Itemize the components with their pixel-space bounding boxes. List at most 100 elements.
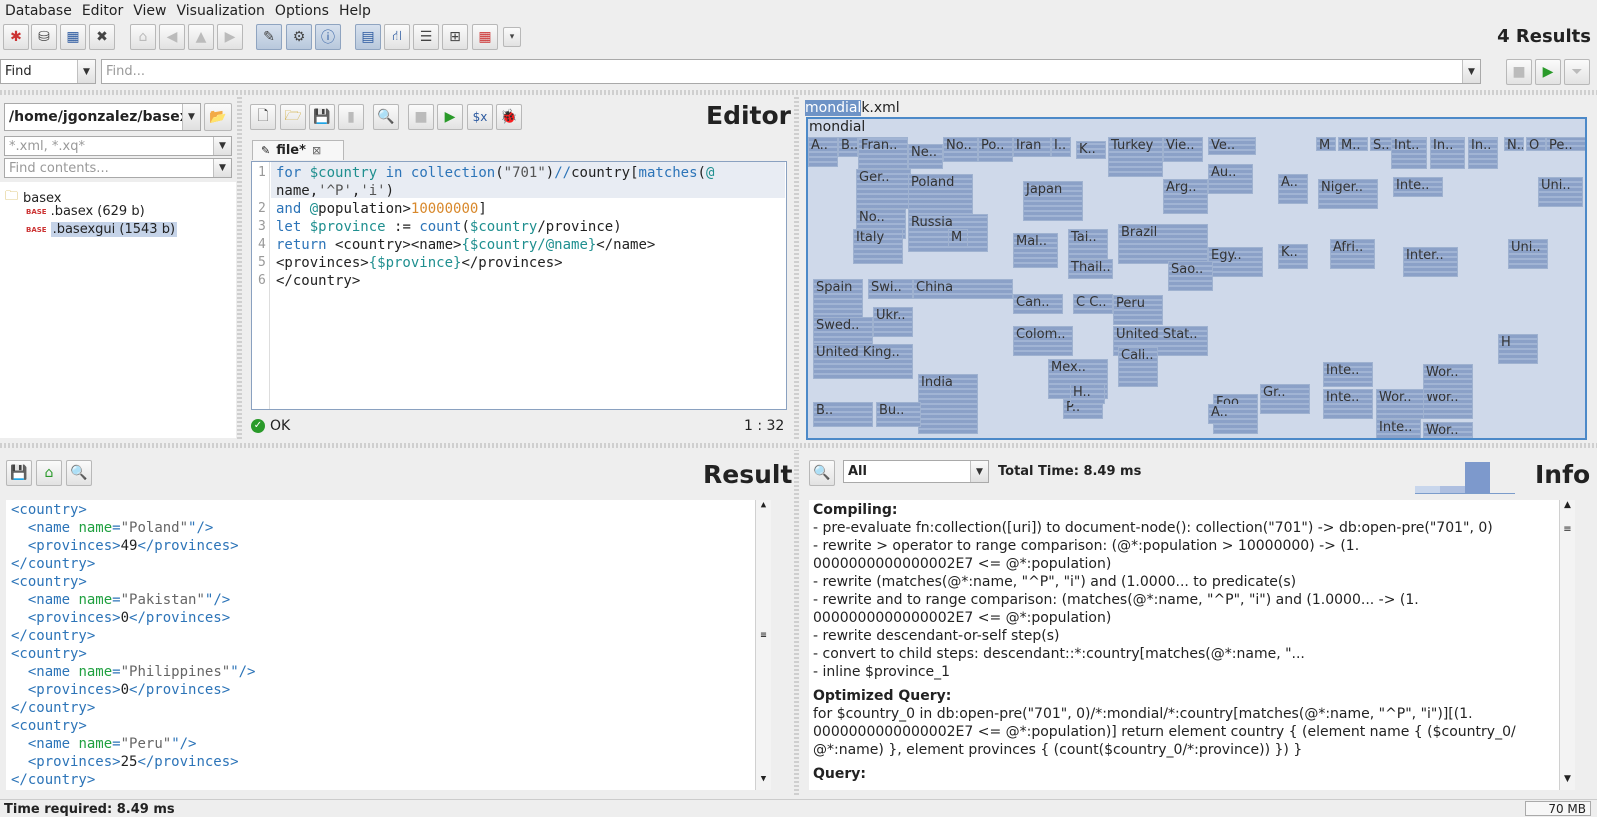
splitter[interactable] [794,96,799,439]
treemap-cell[interactable]: B.. [813,402,873,427]
menu-help[interactable]: Help [334,3,376,19]
project-toggle-icon[interactable]: ⚙ [286,24,312,50]
treemap-cell[interactable]: Gr.. [1260,384,1310,414]
treemap-cell[interactable]: China [913,279,1013,299]
tree-file[interactable]: BASE .basex (629 b) [26,204,145,219]
find-input[interactable]: Find... ▼ [101,59,1481,84]
menu-view[interactable]: View [128,3,171,19]
treemap-cell[interactable]: Int.. [1391,137,1427,169]
open-file-icon[interactable]: 🗁 [280,104,306,130]
treemap-cell[interactable]: Au.. [1208,164,1253,194]
treemap-cell[interactable]: Thail.. [1068,259,1113,279]
search-icon[interactable]: 🔍 [809,460,835,486]
treemap-cell[interactable]: Wor.. [1423,364,1473,394]
table-view-icon[interactable]: ▦ [472,24,498,50]
treemap-cell[interactable]: N.. [1504,137,1524,151]
treemap-cell[interactable]: Fran.. [858,137,908,169]
variables-icon[interactable]: $x [467,104,493,130]
close-file-icon[interactable]: ▮ [338,104,364,130]
map-view-icon[interactable]: ▤ [355,24,381,50]
splitter[interactable] [794,450,799,795]
breadcrumb-db[interactable]: mondial [805,100,862,116]
treemap-cell[interactable]: Ve.. [1208,137,1256,155]
treemap-cell[interactable]: Niger.. [1318,179,1378,209]
back-icon[interactable]: ◀ [159,24,185,50]
stop-query-icon[interactable]: ■ [408,104,434,130]
close-database-icon[interactable]: ✖ [89,24,115,50]
treemap-cell[interactable]: Swi.. [868,279,913,299]
treemap-cell[interactable]: Uni.. [1538,177,1583,207]
find-contents-input[interactable]: Find contents... ▼ [4,158,232,178]
menu-options[interactable]: Options [270,3,334,19]
treemap[interactable]: mondial A.. B.. Fran.. Ne.. No.. Po.. Iran I.. K… [806,117,1587,440]
treemap-cell[interactable]: Inte.. [1393,177,1443,197]
tab-file[interactable]: ✎ file* ⊠ [252,140,344,160]
splitter[interactable] [0,90,1597,95]
treemap-cell[interactable]: B.. [838,137,858,157]
treemap-cell[interactable]: Afri.. [1330,239,1375,269]
treemap-cell[interactable]: C C.. [1073,294,1113,314]
info-filter-select[interactable]: All ▼ [843,460,989,483]
treemap-cell[interactable]: Colom.. [1013,326,1073,356]
treemap-cell[interactable]: Uni.. [1508,239,1548,269]
project-path-select[interactable]: /home/jgonzalez/basex ▼ [4,103,201,131]
stop-icon[interactable]: ■ [1506,59,1532,85]
treemap-cell[interactable]: Wor.. [1423,422,1473,438]
find-mode-select[interactable]: Find ▼ [0,59,96,84]
treemap-cell[interactable]: United King.. [813,344,913,379]
treemap-cell[interactable]: Sao.. [1168,261,1213,291]
treemap-cell[interactable]: Tai.. [1068,229,1108,259]
treemap-cell[interactable]: Ukr.. [873,307,913,337]
treemap-cell[interactable]: H [1498,334,1538,364]
treemap-cell[interactable]: Ger.. [856,169,911,209]
menu-visualization[interactable]: Visualization [171,3,269,19]
new-file-icon[interactable]: 🗋 [250,104,276,130]
tree-view-icon[interactable]: ⛙ [384,24,410,50]
treemap-cell[interactable]: Ne.. [908,144,943,169]
treemap-cell[interactable]: I.. [1051,137,1071,157]
treemap-cell[interactable]: A.. [808,137,838,167]
treemap-cell[interactable]: In.. [1430,137,1465,169]
treemap-cell[interactable]: In.. [1468,137,1498,169]
filter-icon[interactable]: ⏷ [1564,59,1590,85]
treemap-cell[interactable]: Bu.. [876,402,921,427]
treemap-cell[interactable]: India [918,374,978,434]
info-toggle-icon[interactable]: ⓘ [315,24,341,50]
treemap-cell[interactable]: Iran [1013,137,1051,157]
info-output[interactable]: Compiling: - pre-evaluate fn:collection(… [809,500,1575,790]
open-database-icon[interactable]: ⛁ [31,24,57,50]
file-filter-input[interactable]: *.xml, *.xq* ▼ [4,136,232,156]
treemap-cell[interactable]: Spain [813,279,863,319]
treemap-cell[interactable]: Arg.. [1163,179,1208,214]
more-views-icon[interactable]: ▾ [503,27,521,47]
treemap-cell[interactable]: Brazil [1118,224,1208,264]
home-icon[interactable]: ⌂ [130,24,156,50]
run-query-icon[interactable]: ▶ [437,104,463,130]
search-icon[interactable]: 🔍 [373,104,399,130]
vertical-scrollbar[interactable]: ▲ ≡ ▼ [1559,500,1575,790]
treemap-cell[interactable]: Egy.. [1208,247,1263,277]
run-icon[interactable]: ▶ [1535,59,1561,85]
treemap-cell[interactable]: A.. [1278,174,1308,204]
treemap-cell[interactable]: Inte.. [1323,389,1373,419]
treemap-cell[interactable]: Japan [1023,181,1083,221]
browse-folder-icon[interactable]: 📂 [204,103,232,131]
treemap-cell[interactable]: M.. [1338,137,1368,151]
treemap-cell[interactable]: Cali.. [1118,347,1158,387]
vertical-scrollbar[interactable]: ▲ ≡ ▼ [755,500,771,790]
treemap-cell[interactable]: Can.. [1013,294,1063,314]
forward-icon[interactable]: ▶ [217,24,243,50]
treemap-cell[interactable]: M [1316,137,1336,151]
debug-icon[interactable]: 🐞 [496,104,522,130]
plot-view-icon[interactable]: ⊞ [442,24,468,50]
editor-toggle-icon[interactable]: ✎ [256,24,282,50]
search-icon[interactable]: 🔍 [66,460,92,486]
treemap-cell[interactable]: Pe.. [1546,137,1585,151]
treemap-cell[interactable]: Mal.. [1013,233,1058,268]
code-editor[interactable]: 1 2 3 4 5 6 for $country in collection("… [251,161,787,410]
treemap-cell[interactable]: Turkey [1108,137,1163,177]
treemap-cell[interactable]: Italy [853,229,903,264]
up-icon[interactable]: ▲ [188,24,214,50]
menu-database[interactable]: Database [0,3,77,19]
treemap-cell[interactable]: H.. [1070,384,1105,404]
